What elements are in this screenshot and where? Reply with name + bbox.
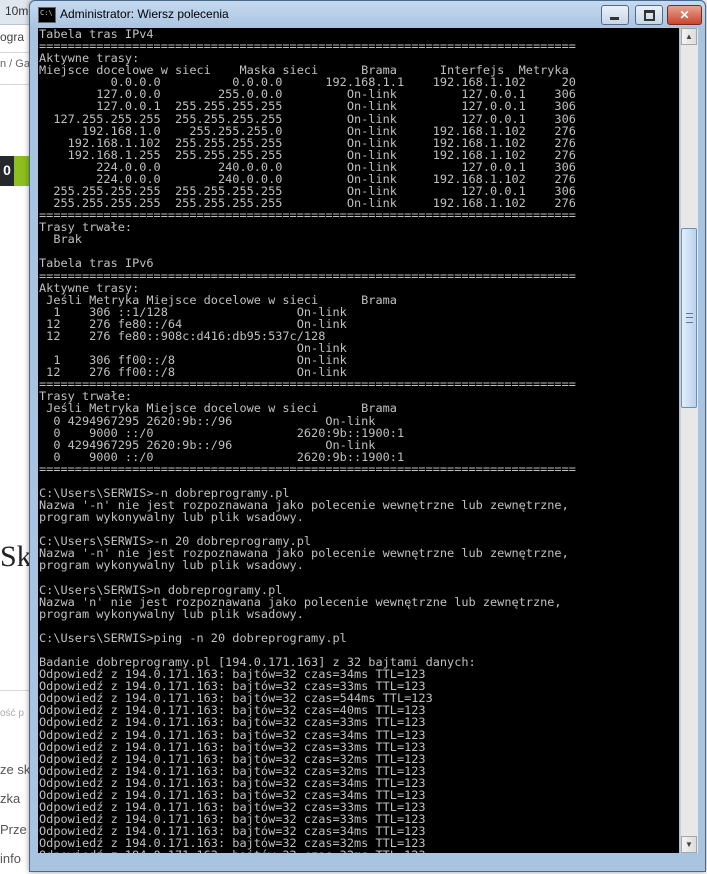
console-line: program wykonywalny lub plik wsadowy. [39, 558, 304, 573]
console-line: program wykonywalny lub plik wsadowy. [39, 606, 304, 621]
scroll-down-button[interactable]: ▼ [681, 836, 697, 853]
console-line: ========================================… [39, 461, 576, 476]
console-line: Odpowiedź z 194.0.171.163: bajtów=32 cza… [39, 848, 426, 853]
link-fragment[interactable]: ze sk [0, 762, 30, 777]
browser-address-fragment: ogra [0, 30, 25, 44]
console-line: program wykonywalny lub plik wsadowy. [39, 510, 304, 525]
vertical-scrollbar[interactable]: ▲ ▼ [680, 28, 698, 853]
close-button[interactable] [667, 5, 702, 25]
console-output[interactable]: Tabela tras IPv4 =======================… [38, 28, 679, 853]
cmd-icon[interactable] [38, 7, 56, 23]
console-text: Tabela tras IPv4 =======================… [38, 28, 679, 853]
title-bar[interactable]: Administrator: Wiersz polecenia [30, 1, 705, 29]
console-line: Brak [39, 232, 82, 247]
console-line: C:\Users\SERWIS>ping -n 20 dobreprogramy… [39, 630, 347, 645]
link-fragment[interactable]: Prze [0, 822, 27, 837]
browser-tab-label: 10mi [5, 4, 32, 18]
breadcrumb-fragment: n / Ga [0, 58, 30, 70]
page-heading-fragment: Sk [0, 540, 32, 573]
scroll-up-button[interactable]: ▲ [681, 28, 697, 45]
maximize-button[interactable] [635, 5, 663, 25]
nav-badge: 0 [3, 162, 11, 178]
window-title: Administrator: Wiersz polecenia [60, 7, 229, 21]
scroll-thumb[interactable] [681, 228, 697, 408]
link-fragment[interactable]: info [0, 851, 21, 866]
grip-icon [686, 313, 693, 323]
link-fragment[interactable]: zka [0, 791, 20, 806]
minimize-button[interactable] [601, 5, 629, 25]
cmd-window[interactable]: Administrator: Wiersz polecenia Tabela t… [29, 0, 706, 872]
muted-text-fragment: ość p [0, 708, 24, 719]
